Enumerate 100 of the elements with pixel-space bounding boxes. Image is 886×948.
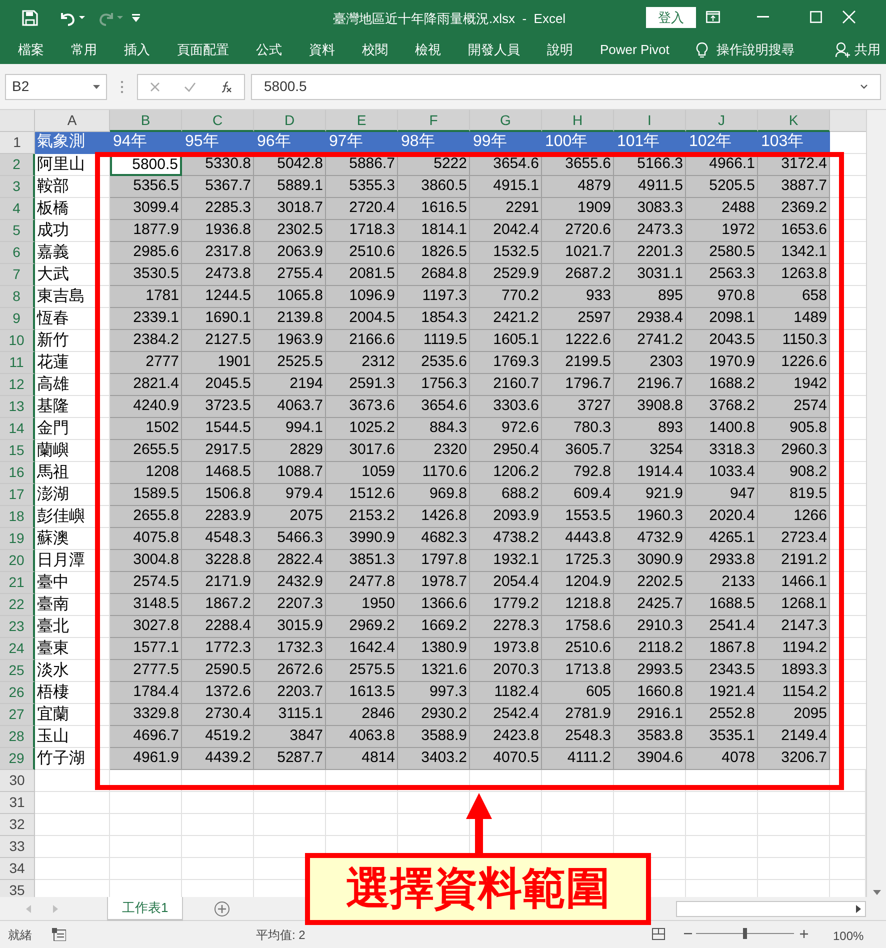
table-cell: 1758.6: [542, 616, 614, 638]
table-cell: 2095: [758, 704, 830, 726]
row-number[interactable]: 26: [0, 682, 35, 704]
table-cell: 1208: [110, 462, 182, 484]
dropdown-icon[interactable]: [93, 84, 100, 88]
row-number[interactable]: 7: [0, 264, 35, 286]
row-number[interactable]: 34: [0, 858, 35, 880]
row-number[interactable]: 28: [0, 726, 35, 748]
row-number[interactable]: 3: [0, 176, 35, 198]
row-number[interactable]: 11: [0, 352, 35, 374]
row-number[interactable]: 9: [0, 308, 35, 330]
row-number[interactable]: 19: [0, 528, 35, 550]
ribbon-tab[interactable]: 說明: [547, 40, 573, 60]
check-icon[interactable]: [184, 82, 196, 92]
tell-me-search[interactable]: 操作說明搜尋: [716, 40, 794, 60]
row-number[interactable]: 17: [0, 484, 35, 506]
row-number[interactable]: 35: [0, 880, 35, 897]
table-cell: 2423.8: [470, 726, 542, 748]
column-header[interactable]: G: [470, 110, 542, 132]
column-header[interactable]: D: [254, 110, 326, 132]
column-header[interactable]: A: [35, 110, 110, 132]
table-cell: 2118.2: [614, 638, 686, 660]
row-number[interactable]: 13: [0, 396, 35, 418]
save-icon[interactable]: [22, 10, 38, 26]
ribbon-tab[interactable]: 資料: [309, 40, 335, 60]
table-cell: 1963.9: [254, 330, 326, 352]
zoom-in-icon[interactable]: [800, 930, 808, 938]
row-number[interactable]: 14: [0, 418, 35, 440]
sign-in-button[interactable]: 登入: [646, 7, 696, 28]
zoom-thumb[interactable]: [743, 928, 747, 939]
table-cell: 4682.3: [398, 528, 470, 550]
row-number[interactable]: 27: [0, 704, 35, 726]
expand-icon[interactable]: [860, 84, 868, 89]
column-header[interactable]: E: [326, 110, 398, 132]
row-number[interactable]: 1: [0, 132, 35, 154]
row-number[interactable]: 32: [0, 814, 35, 836]
row-number[interactable]: 10: [0, 330, 35, 352]
ribbon-tab[interactable]: 頁面配置: [177, 40, 229, 60]
row-number[interactable]: 25: [0, 660, 35, 682]
macro-record-icon[interactable]: [52, 928, 66, 941]
table-cell: 3031.1: [614, 264, 686, 286]
row-number[interactable]: 30: [0, 770, 35, 792]
empty-cell: [542, 792, 614, 814]
ribbon-tab[interactable]: 校閱: [362, 40, 388, 60]
ribbon-tab[interactable]: 常用: [71, 40, 97, 60]
table-cell: 2574: [758, 396, 830, 418]
row-number[interactable]: 16: [0, 462, 35, 484]
row-number[interactable]: 21: [0, 572, 35, 594]
scroll-down-icon[interactable]: [872, 890, 880, 895]
ribbon-tab[interactable]: 檔案: [18, 40, 44, 60]
row-number[interactable]: 18: [0, 506, 35, 528]
row-number[interactable]: 29: [0, 748, 35, 770]
ribbon-tab[interactable]: 檢視: [415, 40, 441, 60]
table-cell: 2098.1: [686, 308, 758, 330]
ribbon-tab[interactable]: 公式: [256, 40, 282, 60]
row-number[interactable]: 5: [0, 220, 35, 242]
ribbon-tab[interactable]: Power Pivot: [600, 40, 670, 60]
function-icon[interactable]: [220, 80, 232, 92]
maximize-icon[interactable]: [810, 11, 822, 23]
vertical-scrollbar[interactable]: [866, 110, 886, 897]
row-number[interactable]: 24: [0, 638, 35, 660]
row-number[interactable]: 15: [0, 440, 35, 462]
share-button[interactable]: 共用: [854, 40, 880, 60]
row-number[interactable]: 12: [0, 374, 35, 396]
row-number[interactable]: 6: [0, 242, 35, 264]
zoom-level[interactable]: 100%: [833, 927, 864, 945]
table-cell: 4696.7: [110, 726, 182, 748]
row-number[interactable]: 20: [0, 550, 35, 572]
page-break-view-icon[interactable]: [652, 928, 665, 940]
ribbon-display-icon[interactable]: [706, 11, 720, 23]
undo-icon[interactable]: [58, 10, 86, 26]
horizontal-scrollbar[interactable]: [676, 900, 866, 916]
sheet-tab[interactable]: 工作表1: [107, 896, 184, 920]
column-header[interactable]: F: [398, 110, 470, 132]
table-cell: 2477.8: [326, 572, 398, 594]
add-sheet-icon[interactable]: [214, 900, 230, 916]
row-number[interactable]: 31: [0, 792, 35, 814]
scroll-right-icon[interactable]: [856, 904, 861, 912]
ribbon-tab[interactable]: 插入: [124, 40, 150, 60]
column-header[interactable]: I: [614, 110, 686, 132]
name-box[interactable]: B2: [5, 74, 107, 100]
table-cell: 3303.6: [470, 396, 542, 418]
row-number[interactable]: 22: [0, 594, 35, 616]
row-number[interactable]: 2: [0, 154, 35, 176]
ribbon-tab[interactable]: 開發人員: [468, 40, 520, 60]
table-cell: 2004.5: [326, 308, 398, 330]
minimize-icon[interactable]: [757, 16, 769, 18]
row-number[interactable]: 8: [0, 286, 35, 308]
row-number[interactable]: 23: [0, 616, 35, 638]
table-cell: 688.2: [470, 484, 542, 506]
row-number[interactable]: 4: [0, 198, 35, 220]
row-number[interactable]: 33: [0, 836, 35, 858]
column-header[interactable]: C: [182, 110, 254, 132]
formula-field[interactable]: 5800.5: [251, 74, 881, 100]
close-icon[interactable]: [842, 10, 856, 24]
customize-icon[interactable]: [132, 14, 140, 22]
column-header[interactable]: K: [758, 110, 830, 132]
column-header[interactable]: B: [110, 110, 182, 132]
column-header[interactable]: H: [542, 110, 614, 132]
column-header[interactable]: J: [686, 110, 758, 132]
